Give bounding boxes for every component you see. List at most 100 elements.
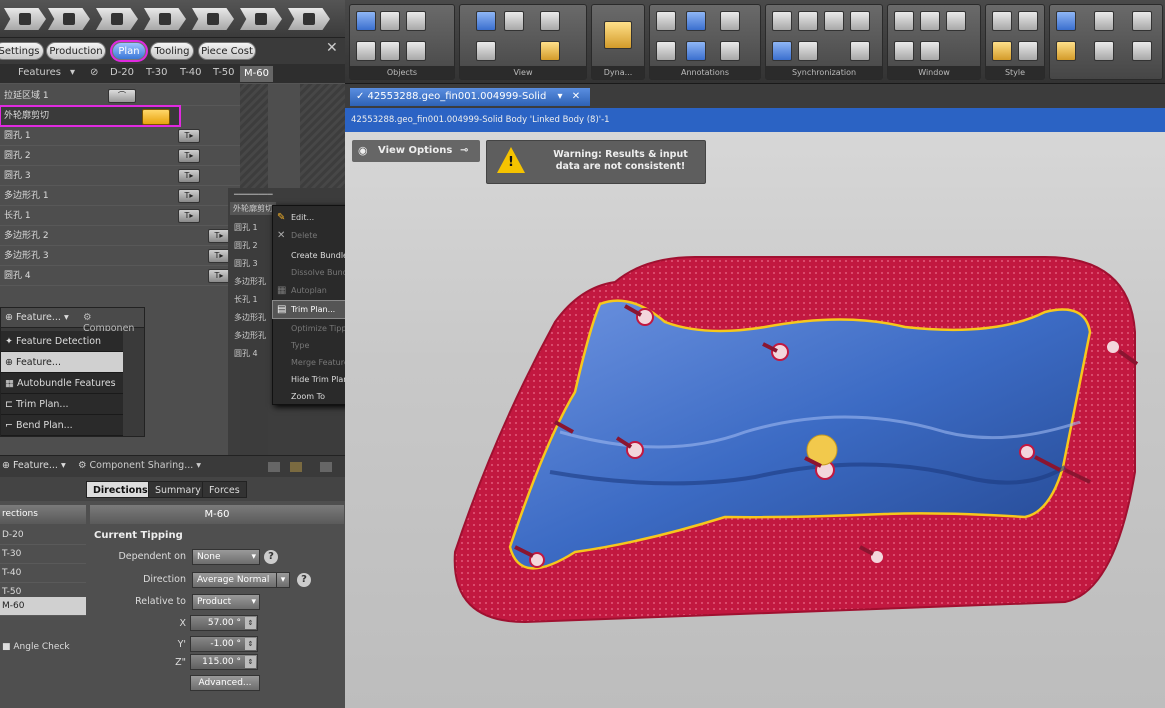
menu-item-feature[interactable]: ⊕ Feature... [1,352,123,373]
process-step-button-2[interactable] [48,8,90,30]
pierce-op-button[interactable]: T▸ [178,149,200,163]
help-icon[interactable]: ? [297,573,311,587]
process-step-button-7[interactable] [288,8,330,30]
window-icon[interactable] [946,11,966,31]
column-m60[interactable]: M-60 [240,66,273,82]
pierce-op-button[interactable]: T▸ [208,229,230,243]
object-icon[interactable] [380,11,400,31]
close-icon[interactable]: ✕ [572,91,580,102]
chevron-down-icon[interactable]: ▾ [70,67,75,78]
pierce-op-button[interactable]: T▸ [178,189,200,203]
panel-toggle-icon[interactable] [290,462,302,472]
pierce-op-button[interactable]: T▸ [178,129,200,143]
process-step-button-6[interactable] [240,8,282,30]
direction-item[interactable]: T-30 [0,545,86,564]
feature-row[interactable]: 圆孔 2 [0,146,240,166]
extra-icon[interactable] [1132,41,1152,61]
angle-check-checkbox[interactable]: ■ Angle Check [2,642,70,652]
column-t50[interactable]: T-50 [213,67,235,78]
pierce-op-button[interactable]: T▸ [178,209,200,223]
draw-op-icon[interactable]: ⌒ [108,89,136,103]
window-icon[interactable] [920,41,940,61]
extra-icon[interactable] [1056,11,1076,31]
document-tab[interactable]: ✓ 42553288.geo_fin001.004999-Solid ▾ ✕ [350,88,590,106]
direction-item-selected[interactable]: M-60 [0,597,86,616]
style-icon[interactable] [1018,41,1038,61]
menu-item-feature-detection[interactable]: ✦ Feature Detection [1,331,123,352]
advanced-button[interactable]: Advanced... [190,675,260,691]
object-icon[interactable] [356,11,376,31]
window-icon[interactable] [920,11,940,31]
part-model[interactable] [345,132,1165,708]
trim-op-button[interactable] [142,109,170,125]
sync-icon[interactable] [798,41,818,61]
process-step-button-3[interactable] [96,8,138,30]
object-icon[interactable] [380,41,400,61]
feature-row[interactable]: 圆孔 3 [0,166,240,186]
column-t30[interactable]: T-30 [146,67,168,78]
panel-toggle-icon[interactable] [320,462,332,472]
feature-button[interactable]: ⊕ Feature... ▾ [2,460,66,471]
annotation-icon[interactable] [720,41,740,61]
feature-row[interactable]: 长孔 1 [0,206,240,226]
object-icon[interactable] [406,41,426,61]
check-icon[interactable]: ⊘ [90,67,98,78]
view-icon[interactable] [476,41,496,61]
direction-item[interactable]: T-40 [0,564,86,583]
x-angle-input[interactable]: 57.00 ° ⇕ [190,615,258,631]
sync-icon[interactable] [772,11,792,31]
tab-summary[interactable]: Summary [148,481,208,498]
sync-icon[interactable] [850,41,870,61]
tab-piece-cost[interactable]: Piece Cost [198,42,256,60]
dynamic-icon[interactable] [604,21,632,49]
window-icon[interactable] [894,41,914,61]
feature-row[interactable]: 多边形孔 3 [0,246,240,266]
dependent-on-select[interactable]: None ▾ [192,549,260,565]
annotation-icon[interactable] [656,11,676,31]
tab-settings[interactable]: Settings [0,42,44,60]
process-step-button-5[interactable] [192,8,234,30]
menu-item-autobundle[interactable]: ▦ Autobundle Features [1,373,123,394]
annotation-icon[interactable] [686,11,706,31]
spinner-icon[interactable]: ⇕ [245,656,256,668]
sync-icon[interactable] [824,11,844,31]
3d-viewport[interactable] [345,132,1165,708]
extra-icon[interactable] [1132,11,1152,31]
annotation-icon[interactable] [720,11,740,31]
relative-to-select[interactable]: Product ▾ [192,594,260,610]
tab-plan[interactable]: Plan [110,40,148,62]
pierce-op-button[interactable]: T▸ [178,169,200,183]
feature-row[interactable]: 圆孔 1 [0,126,240,146]
object-icon[interactable] [356,41,376,61]
feature-button[interactable]: ⊕ Feature... ▾ [5,312,69,323]
view-icon[interactable] [476,11,496,31]
pierce-op-button[interactable]: T▸ [208,249,230,263]
extra-icon[interactable] [1056,41,1076,61]
sync-icon[interactable] [772,41,792,61]
style-icon[interactable] [992,11,1012,31]
tab-directions[interactable]: Directions [86,481,155,498]
process-step-button-4[interactable] [144,8,186,30]
pierce-op-button[interactable]: T▸ [208,269,230,283]
style-icon[interactable] [1018,11,1038,31]
feature-row[interactable]: 多边形孔 1 [0,186,240,206]
chevron-down-icon[interactable]: ▾ [558,91,563,102]
feature-row[interactable]: 多边形孔 2 [0,226,240,246]
extra-icon[interactable] [1094,41,1114,61]
direction-select[interactable]: Average Normal [192,572,278,588]
style-icon[interactable] [992,41,1012,61]
annotation-icon[interactable] [686,41,706,61]
spinner-icon[interactable]: ⇕ [245,617,256,629]
direction-item[interactable]: D-20 [0,526,86,545]
column-d20[interactable]: D-20 [110,67,134,78]
annotation-icon[interactable] [656,41,676,61]
tab-forces[interactable]: Forces [202,481,247,498]
feature-row[interactable]: 圆孔 4 [0,266,240,286]
extra-icon[interactable] [1094,11,1114,31]
object-icon[interactable] [406,11,426,31]
z-angle-input[interactable]: 115.00 ° ⇕ [190,654,258,670]
sync-icon[interactable] [798,11,818,31]
column-t40[interactable]: T-40 [180,67,202,78]
view-icon[interactable] [540,11,560,31]
help-icon[interactable]: ? [264,550,278,564]
